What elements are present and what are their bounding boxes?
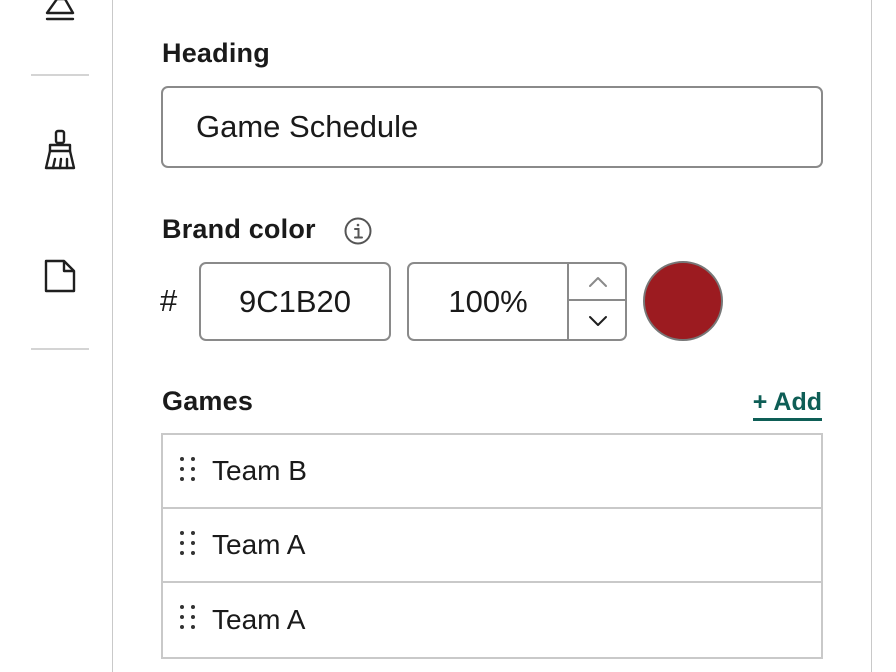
chevron-up-icon: [589, 276, 607, 287]
info-icon[interactable]: [343, 216, 373, 246]
decrement-button[interactable]: [569, 302, 625, 339]
hex-color-input[interactable]: 9C1B20: [199, 262, 391, 341]
stepper-controls: [567, 264, 625, 339]
drag-handle-icon[interactable]: [177, 457, 199, 485]
opacity-input[interactable]: 100%: [409, 264, 567, 339]
increment-button[interactable]: [569, 264, 625, 301]
icon-rail: [0, 0, 112, 672]
rail-divider: [31, 348, 89, 350]
rail-divider: [31, 74, 89, 76]
drag-handle-icon[interactable]: [177, 605, 199, 633]
games-list: Team B Team A Team A: [161, 433, 823, 659]
list-item[interactable]: Team B: [163, 435, 821, 509]
game-name: Team B: [212, 455, 307, 486]
hash-symbol: #: [160, 283, 178, 318]
eraser-icon[interactable]: [40, 0, 80, 26]
file-icon[interactable]: [40, 256, 80, 296]
color-swatch[interactable]: [643, 261, 723, 341]
drag-handle-icon[interactable]: [177, 531, 199, 559]
brush-icon[interactable]: [40, 129, 80, 170]
game-name: Team A: [212, 529, 306, 560]
heading-label: Heading: [162, 38, 270, 68]
games-label: Games: [162, 386, 254, 416]
list-item[interactable]: Team A: [163, 509, 821, 583]
brand-color-label: Brand color: [162, 214, 316, 244]
opacity-stepper: 100%: [407, 262, 627, 341]
list-item[interactable]: Team A: [163, 583, 821, 657]
add-game-link[interactable]: + Add: [752, 388, 822, 421]
chevron-down-icon: [589, 315, 607, 326]
game-name: Team A: [212, 604, 306, 635]
heading-input[interactable]: Game Schedule: [161, 86, 823, 168]
